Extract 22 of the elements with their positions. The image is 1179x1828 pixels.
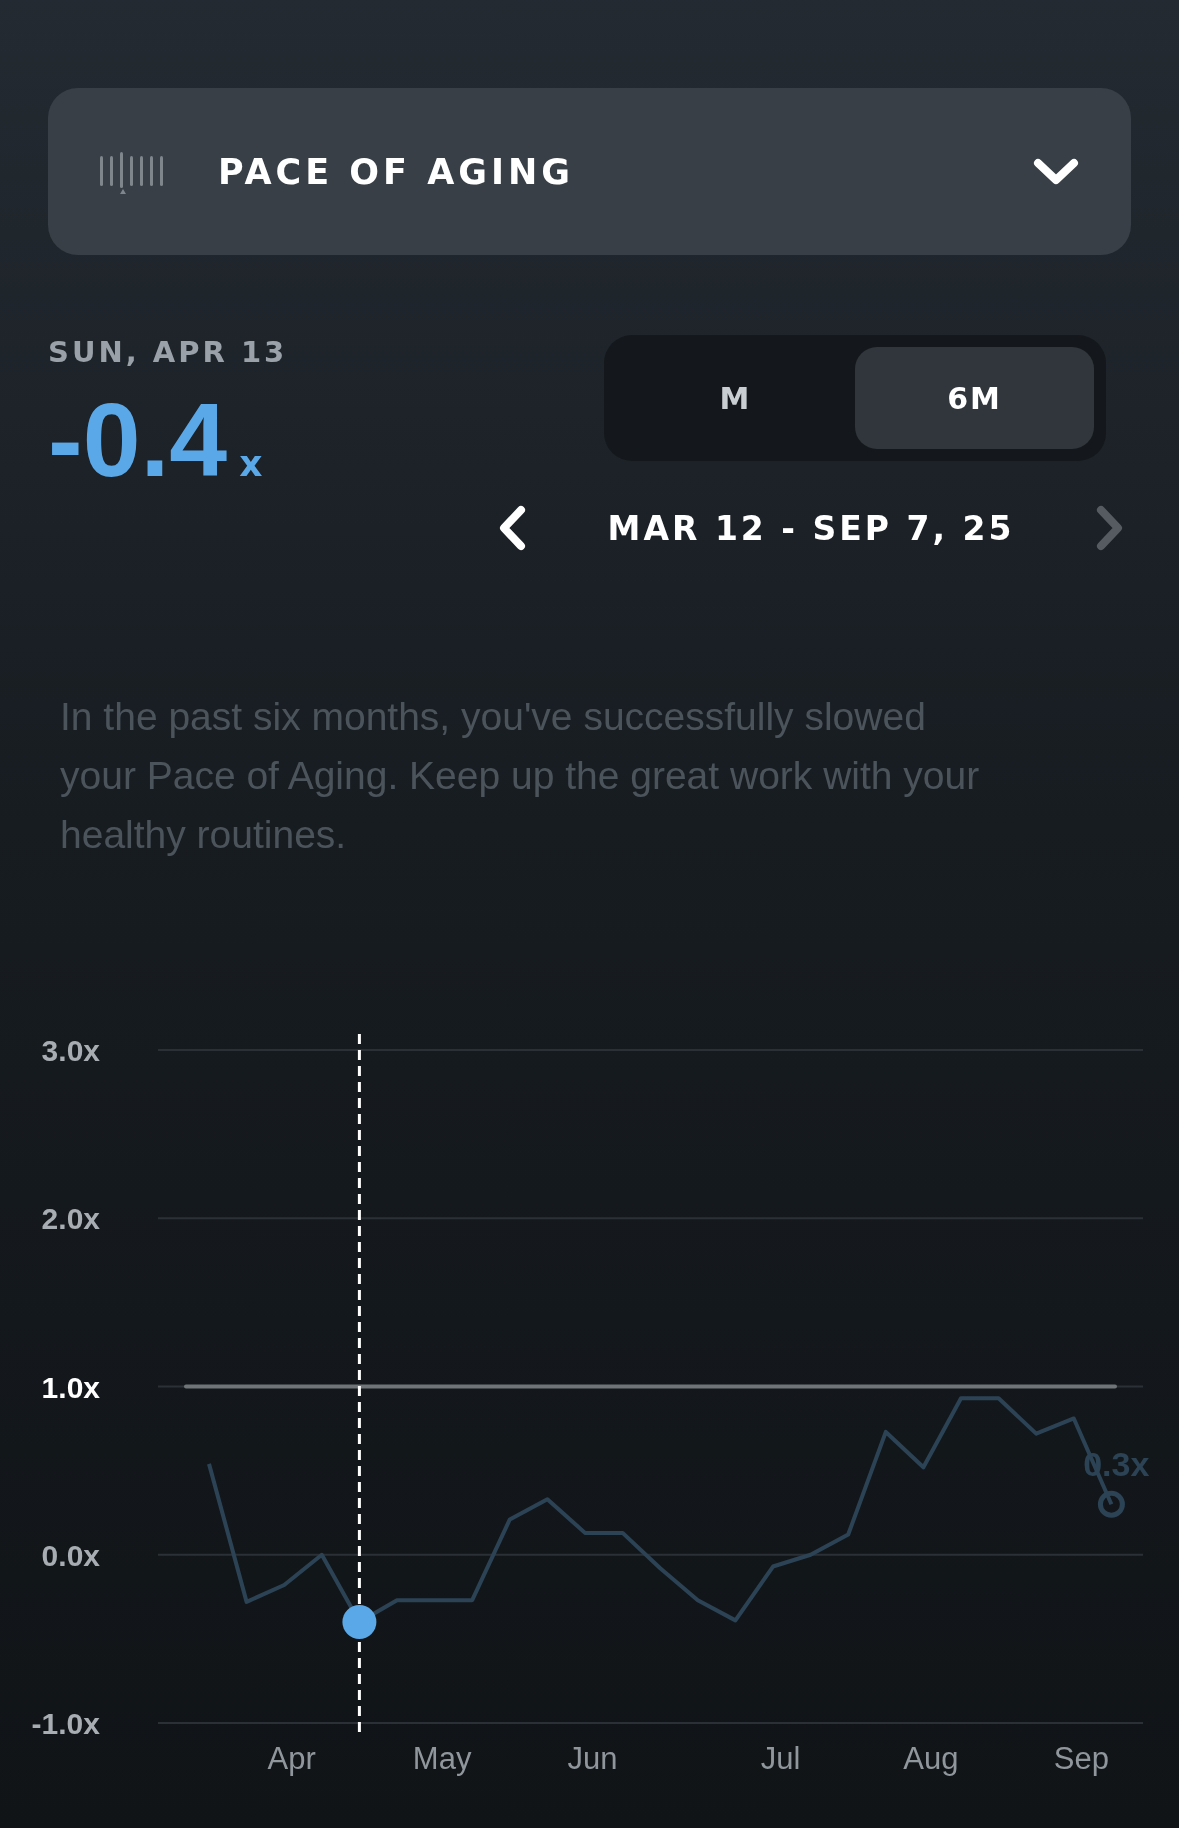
x-axis-label: May [412, 1741, 472, 1776]
description-text: In the past six months, you've successfully slowed your Pace of Aging. Keep up the great work with your healthy routines. [60, 694, 981, 858]
x-axis-label: Aug [903, 1741, 959, 1776]
y-axis-label: 2.0x [41, 1202, 100, 1236]
x-axis-label: Jul [760, 1741, 801, 1776]
unit-label: x [239, 443, 263, 484]
y-axis-label: -1.0x [31, 1707, 100, 1740]
range-tab[interactable]: 6M [855, 347, 1094, 449]
x-axis-label: Apr [267, 1741, 316, 1776]
selected-point[interactable] [342, 1605, 377, 1640]
range-tab[interactable]: M [616, 347, 855, 449]
y-axis-label: 0.0x [41, 1538, 100, 1572]
latest-point [1097, 1490, 1125, 1518]
selected-date: SUN, APR 13 [48, 335, 288, 369]
metric-dropdown[interactable]: PACE OF AGING [48, 88, 1131, 255]
y-axis-label: 3.0x [41, 1034, 100, 1067]
date-range-label: MAR 12 - SEP 7, 25 [607, 508, 1015, 548]
pace-value: -0.4 [48, 381, 228, 500]
y-axis-label: 1.0x [41, 1370, 100, 1404]
x-axis-label: Jun [567, 1741, 618, 1776]
latest-value-label: 0.3x [1083, 1445, 1150, 1484]
x-axis-label: Sep [1053, 1741, 1109, 1776]
